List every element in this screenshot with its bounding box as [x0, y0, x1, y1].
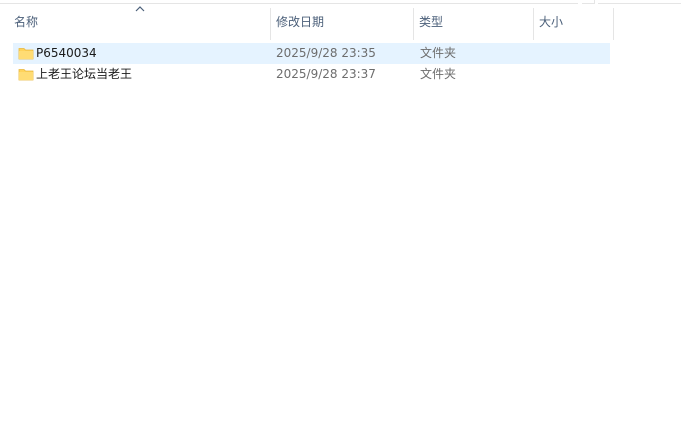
- column-header-bar: 名称 修改日期 类型 大小: [0, 4, 681, 40]
- column-header-size[interactable]: 大小: [533, 4, 613, 40]
- column-header-name[interactable]: 名称: [8, 4, 270, 40]
- file-name: P6540034: [36, 46, 97, 60]
- file-modified: 2025/9/28 23:37: [276, 67, 376, 81]
- folder-icon: [18, 48, 34, 60]
- file-type: 文件夹: [420, 67, 457, 81]
- column-header-type[interactable]: 类型: [413, 4, 533, 40]
- file-name: 上老王论坛当老王: [36, 67, 133, 81]
- file-row[interactable]: P6540034 2025/9/28 23:35 文件夹: [13, 43, 610, 64]
- column-header-modified[interactable]: 修改日期: [270, 4, 413, 40]
- folder-icon: [18, 69, 34, 81]
- column-divider[interactable]: [613, 8, 614, 40]
- file-modified: 2025/9/28 23:35: [276, 46, 376, 60]
- file-type: 文件夹: [420, 46, 457, 60]
- file-row[interactable]: 上老王论坛当老王 2025/9/28 23:37 文件夹: [13, 64, 610, 85]
